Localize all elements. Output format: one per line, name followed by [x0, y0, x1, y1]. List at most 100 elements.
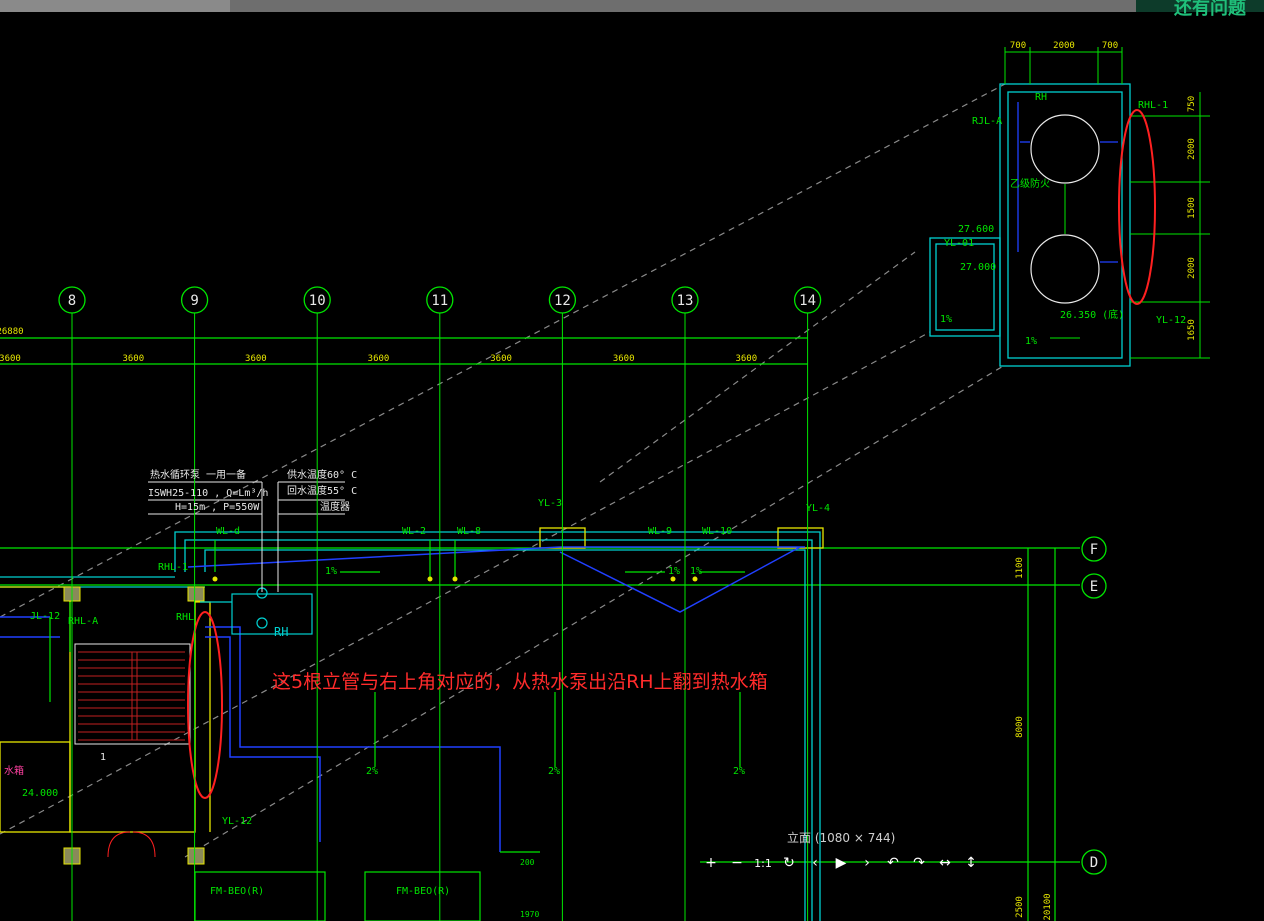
right-dim-1: 8000 — [1015, 716, 1025, 738]
temp-return: 回水温度55° C — [287, 484, 357, 497]
actual-size-button[interactable]: 1:1 — [752, 852, 774, 874]
slope-6: 2% — [733, 766, 745, 777]
inset-label-rh: RH — [1035, 92, 1047, 103]
svg-text:8: 8 — [68, 293, 76, 309]
next-button[interactable]: › — [856, 852, 878, 874]
prev-button[interactable]: ‹ — [804, 852, 826, 874]
dim-spacing-5: 3600 — [613, 354, 635, 364]
label-wl-2: WL-2 — [402, 526, 426, 537]
dimension-lines — [0, 337, 1080, 921]
rotate-left-icon: ↶ — [887, 855, 899, 871]
dim-spacing-1: 3600 — [122, 354, 144, 364]
inset-top-dim-0: 700 — [1010, 41, 1026, 51]
highlight-ellipses — [187, 109, 1156, 799]
browser-top-strip: 还有问题 — [0, 0, 1264, 19]
cad-drawing: 水箱 8 9 10 11 12 13 14 F E D 26880 3600 3600 3600 360… — [0, 41, 1210, 921]
pump-title: 热水循环泵 一用一备 — [150, 468, 246, 481]
row-bubble-E: E — [1081, 573, 1107, 599]
dim-spacing-4: 3600 — [490, 354, 512, 364]
slope-5: 2% — [548, 766, 560, 777]
one-to-one-icon: 1:1 — [754, 856, 772, 870]
slope-2: 1% — [668, 566, 680, 577]
tank-note-label: 水箱 — [4, 764, 24, 777]
label-jl-12: JL-12 — [30, 611, 60, 622]
row-bubble-F: F — [1081, 536, 1107, 562]
svg-text:10: 10 — [309, 293, 326, 309]
chevron-left-icon: ‹ — [812, 855, 818, 871]
svg-text:13: 13 — [677, 293, 694, 309]
inset-right-dim-0: 750 — [1187, 96, 1197, 112]
dim-200: 200 — [520, 858, 535, 867]
inset-elev-27300: 乙级防火 — [1010, 177, 1050, 190]
play-button[interactable]: ▶ — [830, 852, 852, 874]
pump-spec-2: H=15m , P=550W — [175, 502, 260, 513]
zoom-in-button[interactable]: + — [700, 852, 722, 874]
door-label-1: FM-BEO(R) — [210, 886, 264, 897]
right-dim-3: 20100 — [1043, 893, 1053, 920]
slope-4: 2% — [366, 766, 378, 777]
svg-text:D: D — [1090, 855, 1098, 871]
inset-right-dim-4: 1650 — [1187, 319, 1197, 341]
inset-right-dim-1: 2000 — [1187, 138, 1197, 160]
dim-1970: 1970 — [520, 910, 539, 919]
label-wl-d: WL-d — [216, 526, 240, 537]
svg-text:11: 11 — [431, 293, 448, 309]
dim-spacing-6: 3600 — [735, 354, 757, 364]
elevation-24000: 24.000 — [22, 788, 58, 799]
rotate-left-button[interactable]: ↶ — [882, 852, 904, 874]
reset-button[interactable]: ↻ — [778, 852, 800, 874]
overall-dim: 26880 — [0, 327, 24, 337]
axis-bubble-11: 11 — [426, 286, 454, 921]
label-wl-10: WL-10 — [702, 526, 732, 537]
svg-text:14: 14 — [799, 293, 816, 309]
chevron-right-icon: › — [864, 855, 870, 871]
svg-text:F: F — [1090, 542, 1098, 558]
temp-supply: 供水温度60° C — [287, 468, 357, 481]
elevation-27600: 27.600 — [958, 224, 994, 235]
inset-label-yl-12: YL-12 — [1156, 315, 1186, 326]
elevation-27000: 27.000 — [960, 262, 996, 273]
svg-text:12: 12 — [554, 293, 571, 309]
label-yl-12: YL-12 — [222, 816, 252, 827]
door-label-2: FM-BEO(R) — [396, 886, 450, 897]
stair-label-1: 1 — [100, 752, 106, 763]
axis-bubble-12: 12 — [548, 286, 577, 921]
row-bubble-D: D — [1081, 849, 1107, 875]
zoom-out-button[interactable]: − — [726, 852, 748, 874]
plus-icon: + — [705, 855, 717, 871]
inset-right-dim-3: 2000 — [1187, 257, 1197, 279]
label-wl-8: WL-8 — [457, 526, 481, 537]
label-rhl-a: RHL-A — [68, 616, 98, 627]
flip-horizontal-icon: ↔ — [939, 855, 951, 871]
pump-spec-1: ISWH25-110 , Q=Lm³/h — [148, 488, 268, 499]
slope-1: 1% — [325, 566, 337, 577]
right-dim-2: 2500 — [1015, 896, 1025, 918]
inset-top-dim-2: 700 — [1102, 41, 1118, 51]
rotate-right-button[interactable]: ↷ — [908, 852, 930, 874]
right-dim-0: 1100 — [1015, 557, 1025, 579]
dim-spacing-0: 3600 — [0, 354, 21, 364]
green-pipes — [49, 540, 745, 767]
flip-vertical-button[interactable]: ↕ — [960, 852, 982, 874]
refresh-icon: ↻ — [783, 855, 795, 871]
viewer-toolbar: + −1:1 ↻ ‹ ▶ › ↶ ↷ ↔ ↕ — [700, 852, 982, 874]
label-rhl: RHL — [176, 612, 194, 623]
slope-3: 1% — [690, 566, 702, 577]
columns — [63, 586, 205, 865]
flip-horizontal-button[interactable]: ↔ — [934, 852, 956, 874]
inset-label-yl-01: YL-01 — [944, 238, 974, 249]
tab-strip-right[interactable]: 还有问题 — [1136, 0, 1264, 19]
tab-strip-left[interactable] — [0, 0, 230, 12]
axis-bubble-8: 8 — [58, 286, 86, 921]
inset-slope-1: 1% — [940, 314, 952, 325]
label-yl-4: YL-4 — [806, 503, 830, 514]
inset-label-rjl-a: RJL-A — [972, 116, 1002, 127]
label-rhl-1: RHL-1 — [158, 562, 188, 573]
viewer-caption: 立面 (1080 × 744) — [787, 831, 896, 845]
pump-rh-label: RH — [274, 625, 288, 639]
temp-device: 温度器 — [320, 500, 350, 513]
axis-bubble-10: 10 — [303, 286, 331, 921]
inset-label-rhl-1: RHL-1 — [1138, 100, 1168, 111]
rotate-right-icon: ↷ — [913, 855, 925, 871]
dim-spacing-2: 3600 — [245, 354, 267, 364]
